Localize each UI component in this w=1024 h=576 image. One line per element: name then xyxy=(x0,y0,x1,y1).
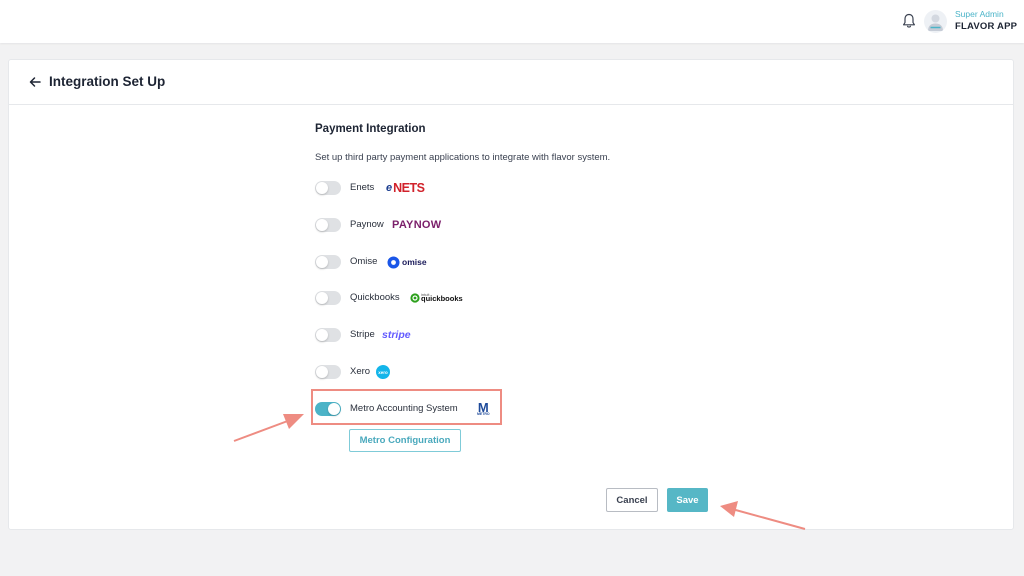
integration-label: Omise xyxy=(350,256,378,267)
avatar-icon xyxy=(928,14,943,31)
omise-icon xyxy=(387,256,400,268)
integration-label: Enets xyxy=(350,182,375,193)
app-name: FLAVOR APP xyxy=(955,21,1018,32)
integration-row-enets: Enets e NETS xyxy=(315,179,615,197)
metro-configuration-button[interactable]: Metro Configuration xyxy=(349,429,461,452)
card-header: Integration Set Up xyxy=(9,60,1013,105)
toggle-knob xyxy=(316,219,328,231)
paynow-logo: PAYNOW xyxy=(392,219,442,231)
integration-row-quickbooks: Quickbooks intuit quickbooks xyxy=(315,289,615,307)
integration-row-paynow: Paynow PAYNOW xyxy=(315,216,615,234)
paynow-toggle[interactable] xyxy=(315,218,341,232)
integration-row-omise: Omise omise xyxy=(315,253,615,271)
toggle-knob xyxy=(316,292,328,304)
toggle-knob xyxy=(316,329,328,341)
xero-logo: xero xyxy=(376,364,390,380)
cancel-button[interactable]: Cancel xyxy=(606,488,658,512)
integration-label: Quickbooks xyxy=(350,292,400,303)
section-title: Payment Integration xyxy=(315,123,426,135)
integration-row-stripe: Stripe stripe xyxy=(315,326,615,344)
toggle-knob xyxy=(316,256,328,268)
save-button[interactable]: Save xyxy=(667,488,708,512)
enets-toggle[interactable] xyxy=(315,181,341,195)
omise-toggle[interactable] xyxy=(315,255,341,269)
top-bar: Super Admin FLAVOR APP xyxy=(0,0,1024,43)
avatar[interactable] xyxy=(924,10,947,33)
integration-row-xero: Xero xero xyxy=(315,363,615,381)
toggle-knob xyxy=(316,182,328,194)
quickbooks-icon xyxy=(410,293,420,303)
quickbooks-logo: intuit quickbooks xyxy=(410,290,463,306)
xero-toggle[interactable] xyxy=(315,365,341,379)
user-role: Super Admin xyxy=(955,9,1004,19)
integration-card: Integration Set Up Payment Integration S… xyxy=(8,59,1014,530)
section-description: Set up third party payment applications … xyxy=(315,152,611,163)
stripe-toggle[interactable] xyxy=(315,328,341,342)
integration-label: Stripe xyxy=(350,329,375,340)
stripe-logo: stripe xyxy=(382,329,411,341)
page-title: Integration Set Up xyxy=(49,74,166,89)
integration-label: Xero xyxy=(350,366,371,377)
quickbooks-toggle[interactable] xyxy=(315,291,341,305)
arrow-left-icon[interactable] xyxy=(29,76,41,88)
annotation-highlight-box xyxy=(311,389,502,425)
toggle-knob xyxy=(316,366,328,378)
enets-logo: e NETS xyxy=(386,181,425,195)
integration-label: Paynow xyxy=(350,219,384,230)
omise-logo: omise xyxy=(387,254,427,270)
bell-icon[interactable] xyxy=(902,13,916,29)
